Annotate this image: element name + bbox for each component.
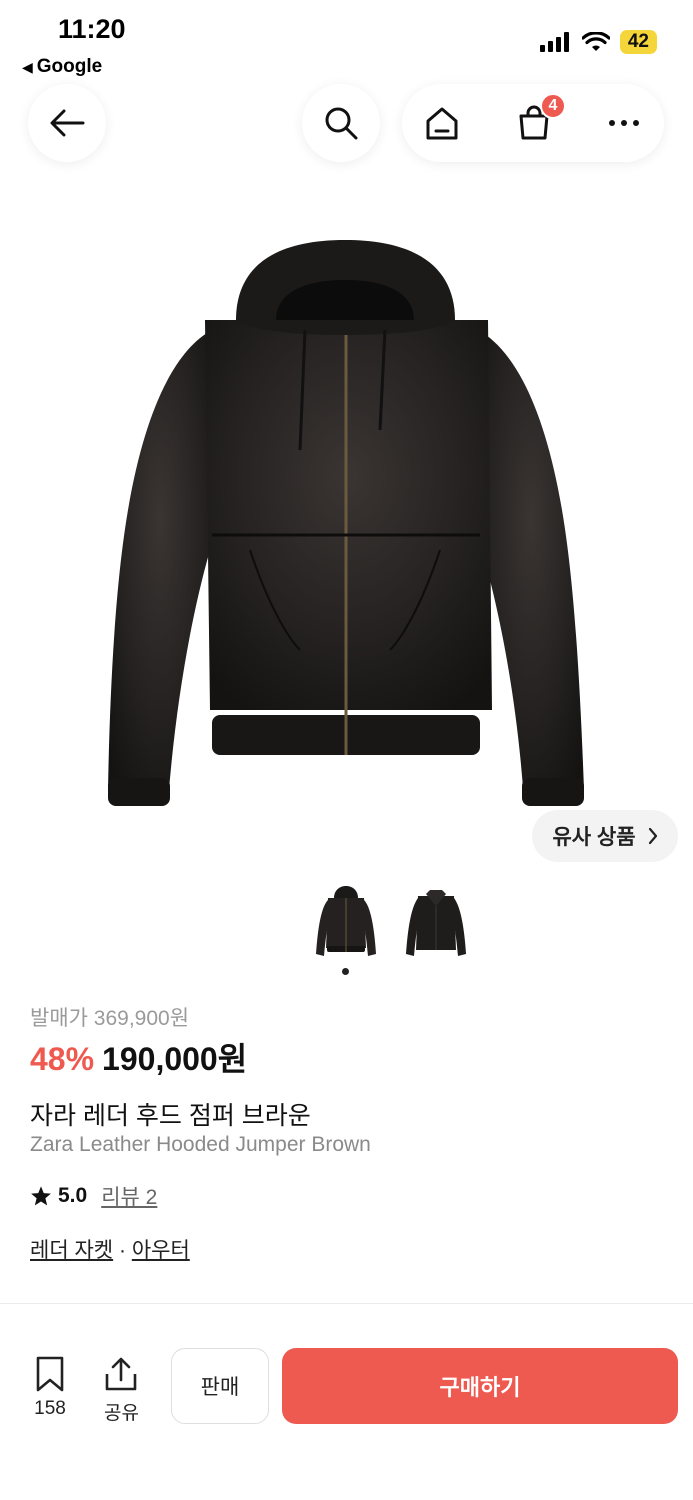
back-app-label: Google	[36, 56, 103, 77]
thumbnail-collared-jacket-image	[406, 890, 466, 956]
signal-icon	[539, 32, 569, 52]
status-bar: 11:20 ◀ Google 42	[0, 0, 693, 80]
category-links: 레더 자켓 · 아우터	[30, 1234, 190, 1264]
sell-button[interactable]: 판매	[171, 1348, 269, 1424]
back-to-app-link[interactable]: ◀ Google	[22, 56, 102, 78]
bookmark-count: 158	[34, 1398, 66, 1419]
section-divider	[0, 1303, 693, 1304]
rating-row: 5.0 리뷰 2	[30, 1181, 157, 1211]
chevron-right-icon	[648, 827, 657, 845]
cart-button[interactable]: 4	[514, 93, 566, 143]
discount-rate: 48%	[30, 1041, 95, 1077]
reviews-link[interactable]: 리뷰 2	[101, 1181, 157, 1211]
category-separator: ·	[118, 1239, 126, 1262]
bookmark-button[interactable]: 158	[34, 1356, 66, 1420]
more-button[interactable]	[604, 103, 644, 143]
similar-products-button[interactable]: 유사 상품	[532, 810, 678, 862]
category-link-leather-jacket[interactable]: 레더 자켓	[30, 1239, 113, 1262]
thumbnail-collared-jacket[interactable]	[404, 884, 468, 960]
product-image[interactable]	[0, 210, 693, 850]
search-icon	[325, 107, 358, 140]
header-action-group: 4	[402, 84, 664, 162]
similar-products-label: 유사 상품	[552, 826, 636, 849]
product-name-korean: 자라 레더 후드 점퍼 브라운	[30, 1102, 311, 1130]
status-indicators: 42	[539, 30, 657, 54]
back-arrow-icon	[50, 109, 85, 137]
status-time: 11:20	[58, 14, 126, 44]
star-icon	[31, 1186, 51, 1206]
buy-button[interactable]: 구매하기	[282, 1348, 678, 1424]
back-triangle-icon: ◀	[22, 59, 33, 75]
bookmark-icon	[36, 1356, 64, 1392]
original-price: 발매가 369,900원	[30, 1007, 190, 1030]
carousel-indicator-dot	[342, 968, 349, 975]
share-icon	[106, 1357, 137, 1391]
image-thumbnails	[314, 884, 468, 960]
share-button[interactable]: 공유	[104, 1356, 139, 1425]
wifi-icon	[581, 32, 610, 51]
bottom-action-bar: 158 공유 판매 구매하기	[0, 1336, 693, 1500]
battery-indicator: 42	[619, 30, 657, 54]
home-icon	[426, 107, 458, 140]
thumbnail-hooded-jacket-image	[316, 886, 376, 956]
partially-hidden-section	[30, 1326, 670, 1336]
price-row: 48% 190,000원	[30, 1034, 247, 1080]
more-icon	[609, 120, 639, 126]
back-button[interactable]	[28, 84, 106, 162]
search-button[interactable]	[302, 84, 380, 162]
jacket-illustration	[108, 240, 584, 806]
sale-price: 190,000원	[102, 1041, 248, 1077]
thumbnail-hooded-jacket[interactable]	[314, 884, 378, 960]
cart-count-badge: 4	[540, 93, 566, 119]
share-label: 공유	[104, 1403, 139, 1424]
product-name-english: Zara Leather Hooded Jumper Brown	[30, 1133, 371, 1156]
rating-score: 5.0	[58, 1184, 88, 1207]
category-link-outer[interactable]: 아우터	[132, 1239, 190, 1262]
home-button[interactable]	[422, 103, 462, 143]
